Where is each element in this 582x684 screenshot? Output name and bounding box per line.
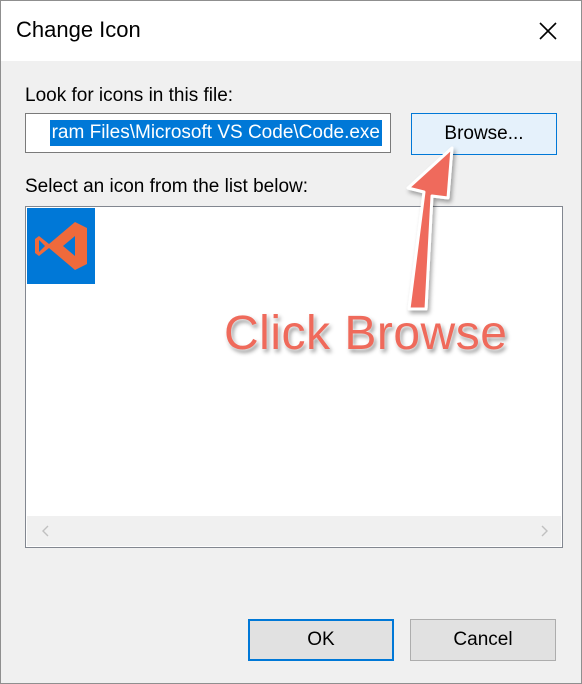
browse-button[interactable]: Browse... (411, 113, 557, 155)
dialog-title: Change Icon (16, 17, 141, 42)
scroll-left-button[interactable] (39, 524, 53, 538)
file-label: Look for icons in this file: (25, 85, 234, 106)
ok-button[interactable]: OK (248, 619, 394, 661)
chevron-right-icon (541, 525, 548, 537)
close-icon (539, 22, 557, 40)
chevron-left-icon (42, 525, 49, 537)
icon-file-path-input[interactable]: ram Files\Microsoft VS Code\Code.exe (25, 113, 391, 153)
click-browse-annotation: Click Browse (224, 307, 508, 360)
vscode-icon (35, 222, 87, 270)
icon-list[interactable] (25, 206, 563, 548)
close-button[interactable] (523, 11, 573, 51)
icon-list-item[interactable] (27, 208, 95, 284)
file-path-selected-text: ram Files\Microsoft VS Code\Code.exe (49, 120, 382, 146)
cancel-button[interactable]: Cancel (410, 619, 556, 661)
list-label: Select an icon from the list below: (25, 176, 309, 197)
horizontal-scrollbar[interactable] (27, 516, 561, 546)
title-bar: Change Icon (1, 1, 581, 61)
scroll-right-button[interactable] (537, 524, 551, 538)
